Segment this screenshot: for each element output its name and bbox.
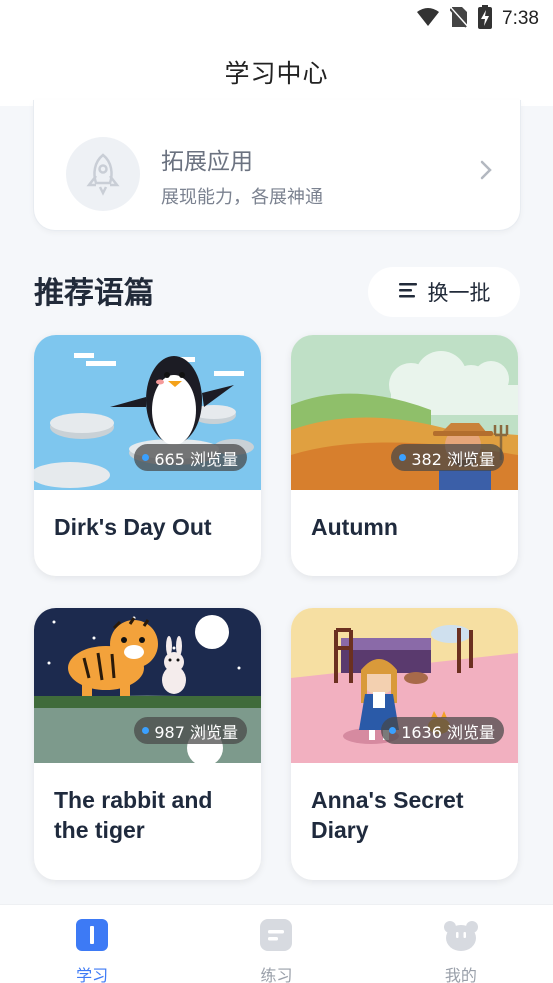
nav-item-practice[interactable]: 练习	[184, 905, 368, 983]
rocket-icon	[66, 137, 140, 211]
extension-title: 拓展应用	[161, 149, 253, 175]
story-title: Dirk's Day Out	[54, 514, 212, 540]
app-header: 学习中心	[0, 38, 553, 106]
extension-subtitle: 展现能力，各展神通	[161, 187, 323, 208]
nav-label-study: 学习	[76, 966, 109, 983]
views-badge: 665 浏览量	[134, 444, 247, 471]
views-badge: 1636 浏览量	[381, 717, 504, 744]
story-cover-penguin: 665 浏览量	[34, 335, 261, 490]
chevron-right-icon	[480, 160, 492, 184]
extension-apps-card[interactable]: 拓展应用 展现能力，各展神通	[33, 100, 521, 231]
views-count: 665 浏览量	[154, 449, 238, 469]
status-bar: 7:38	[0, 0, 553, 38]
dot-icon	[142, 727, 150, 734]
story-cover-tiger: 987 浏览量	[34, 608, 261, 763]
views-badge: 382 浏览量	[391, 444, 504, 471]
story-card-autumn[interactable]: 382 浏览量 Autumn	[291, 335, 518, 576]
bear-face-icon	[442, 918, 480, 956]
battery-charging-icon	[478, 5, 493, 33]
practice-icon	[259, 918, 293, 956]
story-card-dirks-day-out[interactable]: 665 浏览量 Dirk's Day Out	[34, 335, 261, 576]
dot-icon	[142, 454, 150, 461]
nav-label-practice: 练习	[260, 966, 293, 983]
story-title: Autumn	[311, 514, 398, 540]
book-icon	[75, 918, 109, 956]
dot-icon	[389, 727, 397, 734]
story-title: The rabbit and the tiger	[54, 787, 213, 843]
story-card-rabbit-and-tiger[interactable]: 987 浏览量 The rabbit and the tiger	[34, 608, 261, 880]
story-title: Anna's Secret Diary	[311, 787, 464, 843]
story-cover-girl: 1636 浏览量	[291, 608, 518, 763]
list-icon	[398, 280, 418, 304]
views-count: 1636 浏览量	[401, 722, 495, 742]
views-count: 987 浏览量	[154, 722, 238, 742]
dot-icon	[399, 454, 407, 461]
nav-item-study[interactable]: 学习	[0, 905, 184, 983]
section-title: 推荐语篇	[34, 276, 154, 311]
bottom-nav: 学习 练习 我的	[0, 904, 553, 983]
views-count: 382 浏览量	[411, 449, 495, 469]
wifi-icon	[416, 7, 440, 31]
story-card-annas-secret-diary[interactable]: 1636 浏览量 Anna's Secret Diary	[291, 608, 518, 880]
status-time: 7:38	[502, 8, 539, 29]
no-sim-icon	[449, 6, 469, 32]
refresh-label: 换一批	[427, 281, 491, 305]
page-title: 学习中心	[224, 59, 329, 88]
nav-item-mine[interactable]: 我的	[369, 905, 553, 983]
nav-label-mine: 我的	[444, 966, 477, 983]
story-cover-farmer: 382 浏览量	[291, 335, 518, 490]
views-badge: 987 浏览量	[134, 717, 247, 744]
refresh-button[interactable]: 换一批	[368, 267, 520, 317]
